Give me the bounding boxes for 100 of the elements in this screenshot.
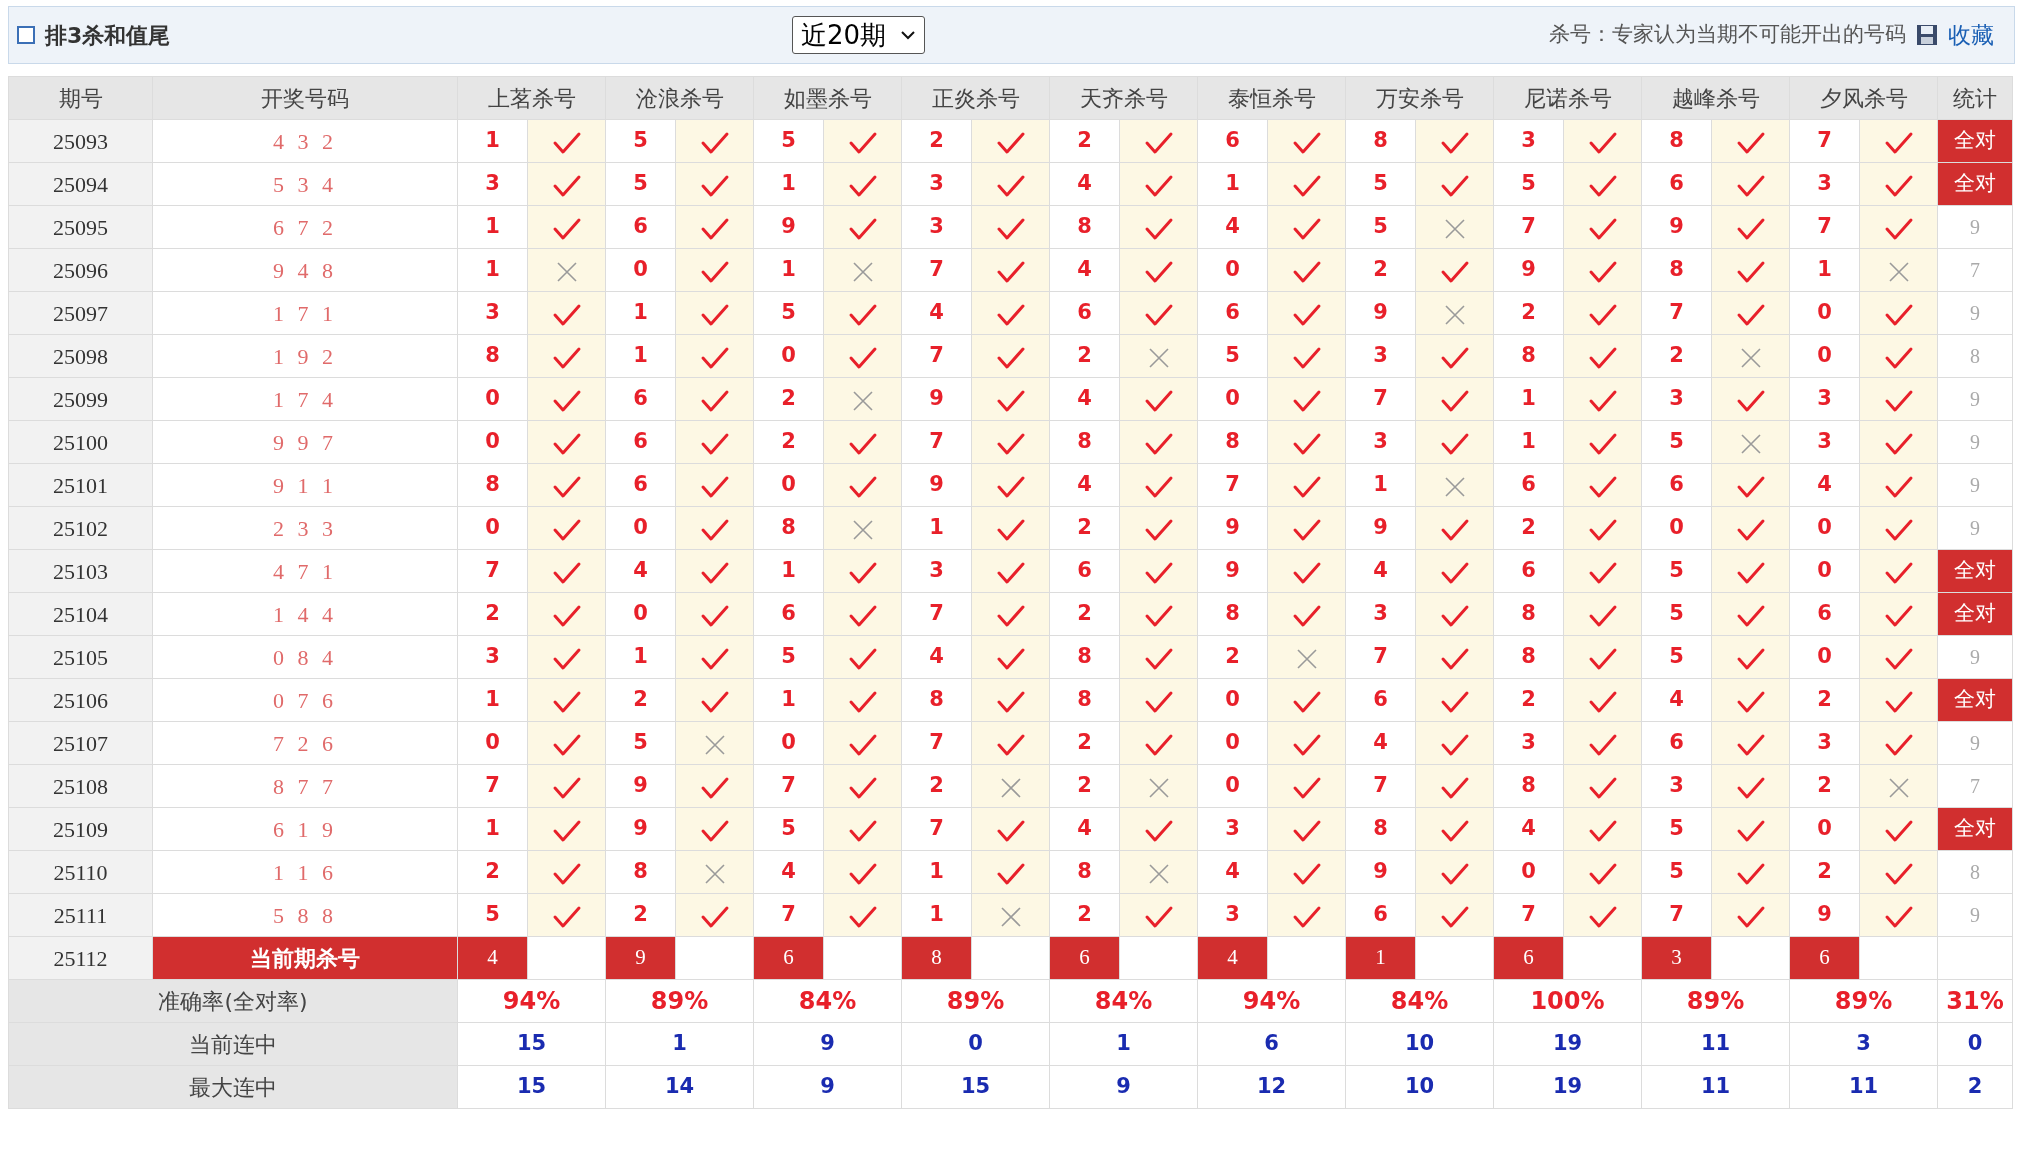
kill-number-cell: 7 (753, 764, 824, 808)
page-title: 排3杀和值尾 (45, 21, 171, 50)
kill-number-cell: 0 (1197, 377, 1268, 421)
kill-number-cell: 2 (605, 893, 676, 937)
kill-number-cell: 1 (753, 162, 824, 206)
draw-numbers-cell: 5 3 4 (152, 162, 458, 206)
stat-cell: 9 (1937, 463, 2013, 507)
kill-number-cell: 5 (605, 162, 676, 206)
kill-number-cell: 8 (1345, 119, 1416, 163)
kill-number-cell: 2 (1789, 764, 1860, 808)
kill-number-cell: 6 (1641, 463, 1712, 507)
kill-number-cell: 0 (753, 463, 824, 507)
kill-number-cell: 5 (1197, 334, 1268, 378)
kill-number-cell: 9 (1197, 549, 1268, 593)
period-cell: 25096 (8, 248, 153, 292)
kill-number-cell: 5 (1641, 807, 1712, 851)
kill-number-cell: 2 (1345, 248, 1416, 292)
kill-number-cell: 6 (1345, 893, 1416, 937)
period-cell: 25111 (8, 893, 153, 937)
kill-number-cell: 2 (1493, 291, 1564, 335)
kill-number-cell: 1 (901, 893, 972, 937)
kill-number-cell: 0 (605, 248, 676, 292)
kill-number-cell: 7 (1641, 893, 1712, 937)
period-cell: 25093 (8, 119, 153, 163)
column-header: 统计 (1937, 76, 2013, 120)
kill-number-cell: 1 (901, 850, 972, 894)
draw-numbers-cell: 7 2 6 (152, 721, 458, 765)
kill-number-cell: 7 (1493, 893, 1564, 937)
column-header: 期号 (8, 76, 153, 120)
kill-number-cell: 8 (1493, 635, 1564, 679)
kill-number-cell: 4 (1493, 807, 1564, 851)
kill-number-cell: 9 (753, 205, 824, 249)
kill-number-cell: 5 (605, 721, 676, 765)
stat-cell: 9 (1937, 377, 2013, 421)
chevron-down-icon (900, 30, 917, 40)
column-header: 万安杀号 (1345, 76, 1494, 120)
kill-number-cell: 6 (605, 420, 676, 464)
kill-number-cell: 4 (753, 850, 824, 894)
draw-numbers-cell: 6 7 2 (152, 205, 458, 249)
kill-number-cell: 5 (1641, 850, 1712, 894)
favorite-link[interactable]: 收藏 (1948, 17, 1994, 53)
period-cell: 25094 (8, 162, 153, 206)
kill-number-cell: 4 (1049, 377, 1120, 421)
all-correct-badge: 全对 (1937, 807, 2013, 851)
kill-number-cell: 2 (1493, 506, 1564, 550)
kill-number-cell: 8 (1493, 592, 1564, 636)
summary-value: 14 (605, 1065, 754, 1109)
current-kill-number: 4 (1197, 936, 1268, 980)
kill-number-cell: 1 (1345, 463, 1416, 507)
kill-number-cell: 3 (1789, 162, 1860, 206)
kill-number-cell: 2 (1049, 764, 1120, 808)
kill-number-cell: 8 (457, 334, 528, 378)
summary-value: 11 (1641, 1022, 1790, 1066)
kill-number-cell: 2 (457, 850, 528, 894)
period-cell: 25095 (8, 205, 153, 249)
kill-number-cell: 0 (605, 592, 676, 636)
summary-value: 9 (753, 1022, 902, 1066)
square-icon (17, 26, 35, 44)
summary-value: 1 (1049, 1022, 1198, 1066)
period-select[interactable]: 近20期 (792, 16, 926, 54)
current-kill-number: 8 (901, 936, 972, 980)
kill-number-cell: 8 (457, 463, 528, 507)
column-header: 沧浪杀号 (605, 76, 754, 120)
draw-numbers-cell: 1 7 4 (152, 377, 458, 421)
all-correct-badge: 全对 (1937, 592, 2013, 636)
kill-number-cell: 4 (1049, 162, 1120, 206)
kill-number-cell: 5 (1345, 205, 1416, 249)
kill-number-cell: 4 (1049, 248, 1120, 292)
column-header: 开奖号码 (152, 76, 458, 120)
draw-numbers-cell: 6 1 9 (152, 807, 458, 851)
summary-value: 84% (1345, 979, 1494, 1023)
kill-number-cell: 7 (901, 248, 972, 292)
summary-value: 31% (1937, 979, 2013, 1023)
summary-value: 0 (901, 1022, 1050, 1066)
kill-number-cell: 4 (1049, 463, 1120, 507)
period-cell: 25101 (8, 463, 153, 507)
summary-value: 94% (1197, 979, 1346, 1023)
kill-number-cell: 3 (457, 635, 528, 679)
kill-number-cell: 2 (1049, 119, 1120, 163)
kill-number-cell: 0 (1197, 678, 1268, 722)
summary-value: 84% (1049, 979, 1198, 1023)
summary-value: 6 (1197, 1022, 1346, 1066)
kill-number-cell: 5 (605, 119, 676, 163)
kill-number-cell: 7 (457, 764, 528, 808)
stat-cell: 8 (1937, 850, 2013, 894)
kill-number-cell: 1 (753, 248, 824, 292)
kill-number-cell: 3 (1789, 721, 1860, 765)
stat-cell: 9 (1937, 721, 2013, 765)
period-cell: 25099 (8, 377, 153, 421)
kill-number-cell: 5 (753, 119, 824, 163)
column-header: 天齐杀号 (1049, 76, 1198, 120)
draw-numbers-cell: 1 7 1 (152, 291, 458, 335)
kill-number-cell: 5 (753, 291, 824, 335)
summary-value: 89% (1789, 979, 1938, 1023)
kill-number-cell: 0 (1197, 721, 1268, 765)
kill-number-cell: 7 (1641, 291, 1712, 335)
summary-value: 9 (753, 1065, 902, 1109)
kill-number-cell: 2 (1049, 893, 1120, 937)
stat-cell: 9 (1937, 893, 2013, 937)
current-kill-number: 9 (605, 936, 676, 980)
